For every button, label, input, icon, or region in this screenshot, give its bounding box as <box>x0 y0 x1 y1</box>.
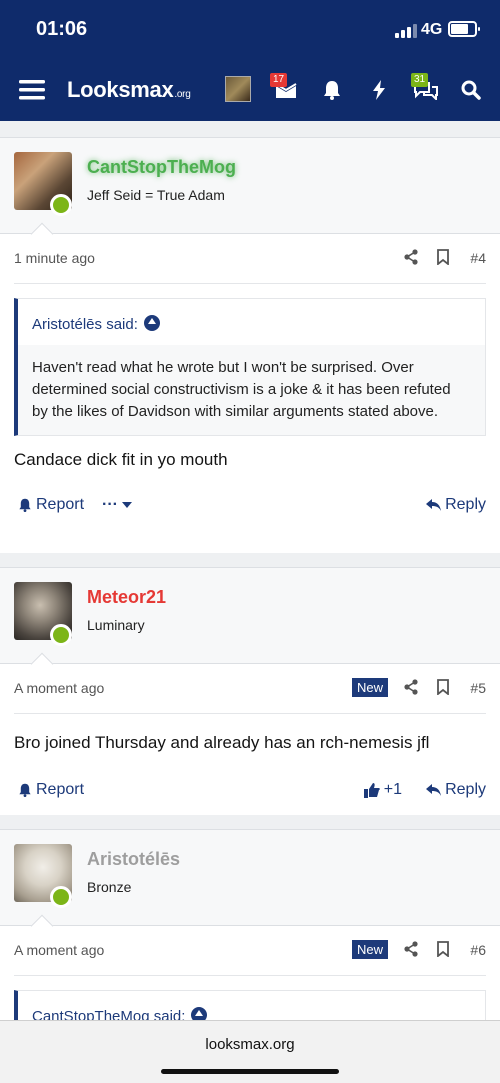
more-options-button[interactable]: ··· <box>102 496 132 514</box>
user-title: Luminary <box>87 617 145 633</box>
post-time[interactable]: 1 minute ago <box>14 250 95 266</box>
reply-icon <box>426 784 442 796</box>
network-type: 4G <box>421 21 443 38</box>
post-actions: Report +1 Reply <box>14 773 486 813</box>
report-button[interactable]: Report <box>18 781 84 799</box>
post-author-block: Meteor21 Luminary <box>0 568 500 676</box>
username[interactable]: Meteor21 <box>87 587 166 608</box>
quote-author[interactable]: Aristotélēs said: <box>32 316 138 333</box>
chevron-down-icon <box>121 502 132 508</box>
post-6: Aristotélēs Bronze A moment ago New #6 C… <box>0 829 500 1020</box>
reply-button[interactable]: Reply <box>426 496 486 514</box>
reply-label: Reply <box>445 496 486 513</box>
post-number[interactable]: #5 <box>470 680 486 696</box>
online-indicator <box>50 886 72 908</box>
bell-icon <box>19 783 31 797</box>
arrow-up-icon[interactable] <box>143 315 160 331</box>
new-badge: New <box>351 678 388 697</box>
alerts-badge: 31 <box>411 73 429 87</box>
username[interactable]: Aristotélēs <box>87 849 180 870</box>
online-indicator <box>50 624 72 646</box>
battery-icon <box>448 21 480 37</box>
thread-content: CantStopTheMog Jeff Seid = True Adam 1 m… <box>0 121 500 1020</box>
user-avatar[interactable] <box>225 76 251 102</box>
post-meta: 1 minute ago #4 <box>14 234 486 284</box>
share-icon[interactable] <box>402 248 420 266</box>
like-button[interactable]: +1 <box>363 781 402 799</box>
quote-block: CantStopTheMog said: <box>14 990 486 1020</box>
arrow-up-icon[interactable] <box>191 1007 208 1020</box>
lightning-icon[interactable] <box>364 75 394 105</box>
quote-text: Haven't read what he wrote but I won't b… <box>32 359 451 420</box>
quote-author[interactable]: CantStopTheMog said: <box>32 1008 185 1020</box>
report-label: Report <box>36 781 85 798</box>
signal-icon <box>395 24 417 38</box>
like-count: +1 <box>383 781 402 798</box>
site-logo[interactable]: Looksmax.org <box>67 77 191 103</box>
search-icon[interactable] <box>456 75 486 105</box>
post-number[interactable]: #6 <box>470 942 486 958</box>
reply-icon <box>426 499 442 511</box>
menu-icon[interactable] <box>17 75 47 105</box>
user-title: Bronze <box>87 879 132 895</box>
username[interactable]: CantStopTheMog <box>87 157 236 178</box>
browser-bottom-bar: looksmax.org <box>0 1020 500 1083</box>
reply-button[interactable]: Reply <box>426 781 486 799</box>
bell-icon <box>19 498 31 512</box>
share-icon[interactable] <box>402 940 420 958</box>
reply-label: Reply <box>445 781 486 798</box>
post-number[interactable]: #4 <box>470 250 486 266</box>
quote-header[interactable]: Aristotélēs said: <box>18 299 485 345</box>
user-title: Jeff Seid = True Adam <box>87 187 225 203</box>
report-button[interactable]: Report <box>18 496 84 514</box>
home-indicator[interactable] <box>161 1069 339 1074</box>
post-author-block: CantStopTheMog Jeff Seid = True Adam <box>0 138 500 246</box>
post-meta: A moment ago New #6 <box>14 926 486 976</box>
status-time: 01:06 <box>36 18 88 40</box>
bookmark-icon[interactable] <box>434 940 452 958</box>
inbox-badge: 17 <box>270 73 288 87</box>
bell-icon[interactable] <box>317 75 347 105</box>
more-dots-icon: ··· <box>102 496 118 513</box>
post-actions: Report ··· Reply <box>14 488 486 528</box>
online-indicator <box>50 194 72 216</box>
post-meta: A moment ago New #5 <box>14 664 486 714</box>
site-header: Looksmax.org 17 31 <box>0 60 500 121</box>
quote-header[interactable]: CantStopTheMog said: <box>18 991 485 1020</box>
status-bar: 01:06 4G <box>0 0 500 60</box>
post-body: Candace dick fit in yo mouth <box>14 450 228 469</box>
bookmark-icon[interactable] <box>434 678 452 696</box>
thumbs-up-icon <box>363 782 380 798</box>
post-time[interactable]: A moment ago <box>14 942 104 958</box>
new-badge: New <box>351 940 388 959</box>
post-author-block: Aristotélēs Bronze <box>0 830 500 938</box>
quote-block: Aristotélēs said: Haven't read what he w… <box>14 298 486 436</box>
bookmark-icon[interactable] <box>434 248 452 266</box>
post-time[interactable]: A moment ago <box>14 680 104 696</box>
share-icon[interactable] <box>402 678 420 696</box>
post-4: CantStopTheMog Jeff Seid = True Adam 1 m… <box>0 137 500 553</box>
report-label: Report <box>36 496 85 513</box>
post-5: Meteor21 Luminary A moment ago New #5 Br… <box>0 567 500 815</box>
post-body: Bro joined Thursday and already has an r… <box>14 733 430 752</box>
address-bar[interactable]: looksmax.org <box>0 1036 500 1053</box>
